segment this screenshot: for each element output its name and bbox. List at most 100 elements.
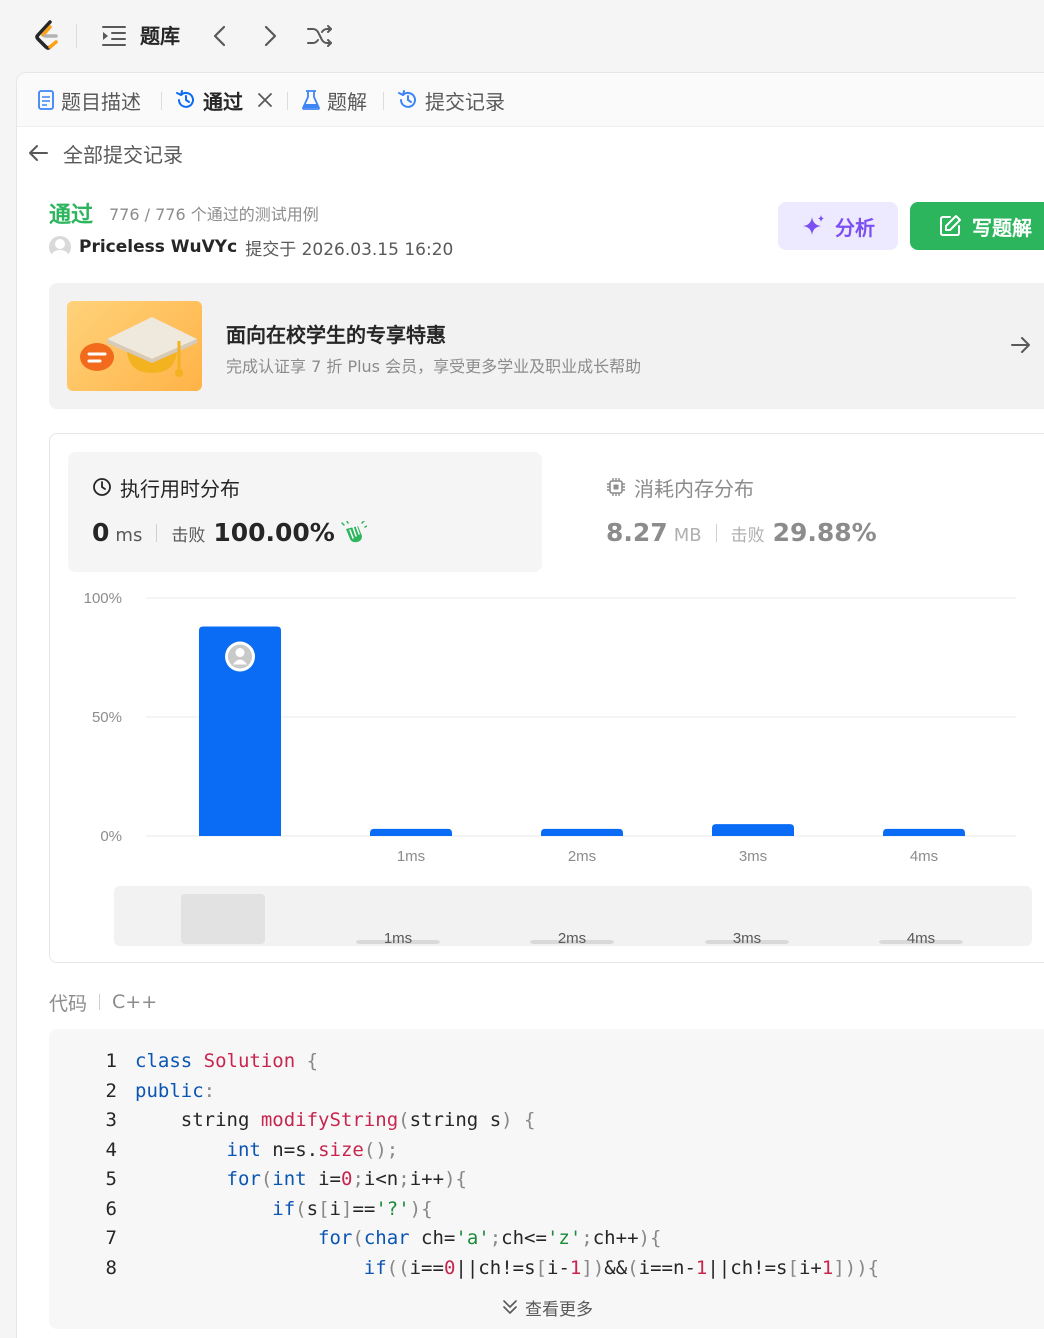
bar (712, 824, 794, 836)
close-icon[interactable] (257, 92, 273, 108)
bar (883, 828, 965, 836)
edit-icon (940, 215, 961, 236)
scrubber-bar (181, 894, 265, 944)
submitted-time: 提交于 2026.03.15 16:20 (245, 239, 454, 260)
graduation-cap-icon (80, 317, 197, 377)
bar (370, 828, 452, 836)
bar (541, 828, 623, 836)
code-line: 1 class Solution { (49, 1047, 319, 1076)
nav-divider (76, 24, 77, 48)
flask-icon (302, 90, 320, 110)
runtime-beat-value: 100.00% (213, 518, 335, 547)
back-to-submissions[interactable]: 全部提交记录 (27, 137, 183, 169)
runtime-title-label: 执行用时分布 (120, 476, 240, 501)
username[interactable]: Priceless WuVYc (79, 237, 237, 257)
top-nav: 题库 (0, 0, 1044, 72)
history-icon (176, 90, 194, 108)
runtime-unit: ms (115, 525, 143, 546)
graduation-cap-image (67, 301, 202, 391)
tab-description[interactable]: 题目描述 (37, 85, 141, 115)
code-block[interactable]: 1 class Solution {2 public: 3 string modify… (49, 1029, 1044, 1329)
arrow-left-icon (29, 145, 48, 161)
shuffle-icon[interactable] (306, 24, 334, 48)
submission-status: 通过 (49, 203, 94, 228)
code-line: 4 int n=s.size(); (49, 1136, 399, 1165)
line-number: 7 (105, 1227, 117, 1249)
write-solution-button[interactable]: 写题解 (910, 202, 1044, 250)
line-number: 6 (105, 1197, 117, 1220)
code-line: 7 for(char ch='a';ch<='z';ch++){ (49, 1224, 662, 1253)
x-tick-label: 3ms (739, 848, 767, 865)
code-label: 代码 (49, 992, 88, 1015)
promo-title: 面向在校学生的专享特惠 (226, 323, 446, 347)
tab-divider (383, 92, 384, 110)
sparkle-icon (803, 215, 824, 235)
line-number: 3 (105, 1109, 117, 1131)
runtime-beat-label: 击败 (171, 526, 206, 546)
list-indent-icon[interactable] (102, 25, 126, 47)
memory-beat-label: 击败 (730, 526, 765, 546)
analyze-button[interactable]: 分析 (778, 202, 898, 250)
scrubber-tick-label: 4ms (907, 930, 935, 947)
memory-unit: MB (673, 525, 702, 546)
clap-hands-icon (341, 520, 367, 542)
y-tick-label: 0% (100, 828, 122, 845)
tab-solutions-label: 题解 (327, 89, 367, 114)
runtime-distribution-chart[interactable]: 0% 50% 100% 1ms 2ms 3ms 4ms 1ms 2ms 3ms 4ms (50, 584, 1044, 964)
metric-divider (715, 523, 717, 542)
back-label: 全部提交记录 (63, 142, 183, 167)
tab-description-label: 题目描述 (61, 89, 141, 114)
x-tick-label: 1ms (397, 848, 425, 865)
tab-accepted[interactable]: 通过 (175, 85, 273, 115)
memory-title-label: 消耗内存分布 (634, 476, 754, 501)
chevron-right-icon[interactable] (260, 24, 280, 48)
document-icon (38, 90, 54, 110)
nav-title[interactable]: 题库 (140, 22, 180, 50)
tab-submissions[interactable]: 提交记录 (397, 85, 505, 115)
runtime-metric[interactable]: 执行用时分布 0 ms 击败 100.00% (68, 452, 542, 572)
leetcode-logo-icon[interactable] (30, 18, 66, 54)
promo-subtitle: 完成认证享 7 折 Plus 会员，享受更多学业及职业成长帮助 (226, 357, 642, 376)
avatar-marker-head (235, 648, 245, 658)
y-tick-label: 100% (84, 590, 122, 607)
test-cases-passed: 776 / 776 个通过的测试用例 (109, 205, 319, 224)
runtime-value: 0 (92, 518, 110, 547)
code-line: 6 if(s[i]=='?'){ (49, 1195, 433, 1224)
tab-accepted-label: 通过 (203, 89, 243, 114)
tab-submissions-label: 提交记录 (425, 89, 505, 114)
clock-icon (93, 478, 111, 496)
double-chevron-down-icon (503, 1300, 517, 1314)
code-header-divider (99, 994, 101, 1010)
history-icon (398, 90, 416, 108)
tab-solutions[interactable]: 题解 (301, 85, 367, 115)
y-tick-label: 50% (92, 709, 122, 726)
memory-beat-value: 29.88% (772, 518, 877, 547)
memory-metric[interactable]: 消耗内存分布 8.27 MB 击败 29.88% (582, 452, 1042, 572)
line-number: 2 (105, 1079, 117, 1102)
chevron-left-icon[interactable] (210, 24, 230, 48)
runtime-value-row: 0 ms 击败 100.00% (92, 518, 367, 547)
code-line: 3 string modifyString(string s) { (49, 1106, 536, 1135)
student-promo-banner[interactable]: 面向在校学生的专享特惠 完成认证享 7 折 Plus 会员，享受更多学业及职业成… (49, 283, 1044, 409)
memory-value-row: 8.27 MB 击败 29.88% (606, 518, 877, 547)
scrubber-tick-label: 2ms (558, 930, 586, 947)
show-more-label: 查看更多 (525, 1299, 593, 1320)
memory-title: 消耗内存分布 (606, 474, 754, 501)
performance-stats: 执行用时分布 0 ms 击败 100.00% 消耗内存分布 8.27 MB 击败… (49, 433, 1044, 963)
scrubber-tick-label: 1ms (384, 930, 412, 947)
line-number: 1 (105, 1050, 117, 1072)
show-more-button[interactable]: 查看更多 (501, 1294, 593, 1320)
line-number: 4 (105, 1138, 117, 1161)
tab-bar: 题目描述 通过 题解 提交记录 (17, 73, 1044, 127)
tab-divider (161, 92, 162, 110)
code-header: 代码 C++ (49, 989, 157, 1015)
submission-panel: 题目描述 通过 题解 提交记录 全部提交记录 通过 776 / 776 个通过的… (16, 72, 1044, 1338)
line-number: 8 (105, 1256, 117, 1279)
code-line: 5 for(int i=0;i<n;i++){ (49, 1165, 467, 1194)
chip-icon (607, 478, 625, 496)
arrow-right-icon[interactable] (1009, 333, 1033, 357)
code-line: 8 if((i==0||ch!=s[i-1])&&(i==n-1||ch!=s[… (49, 1254, 880, 1283)
avatar[interactable] (49, 236, 71, 258)
tab-divider (287, 92, 288, 110)
code-language: C++ (112, 991, 158, 1013)
